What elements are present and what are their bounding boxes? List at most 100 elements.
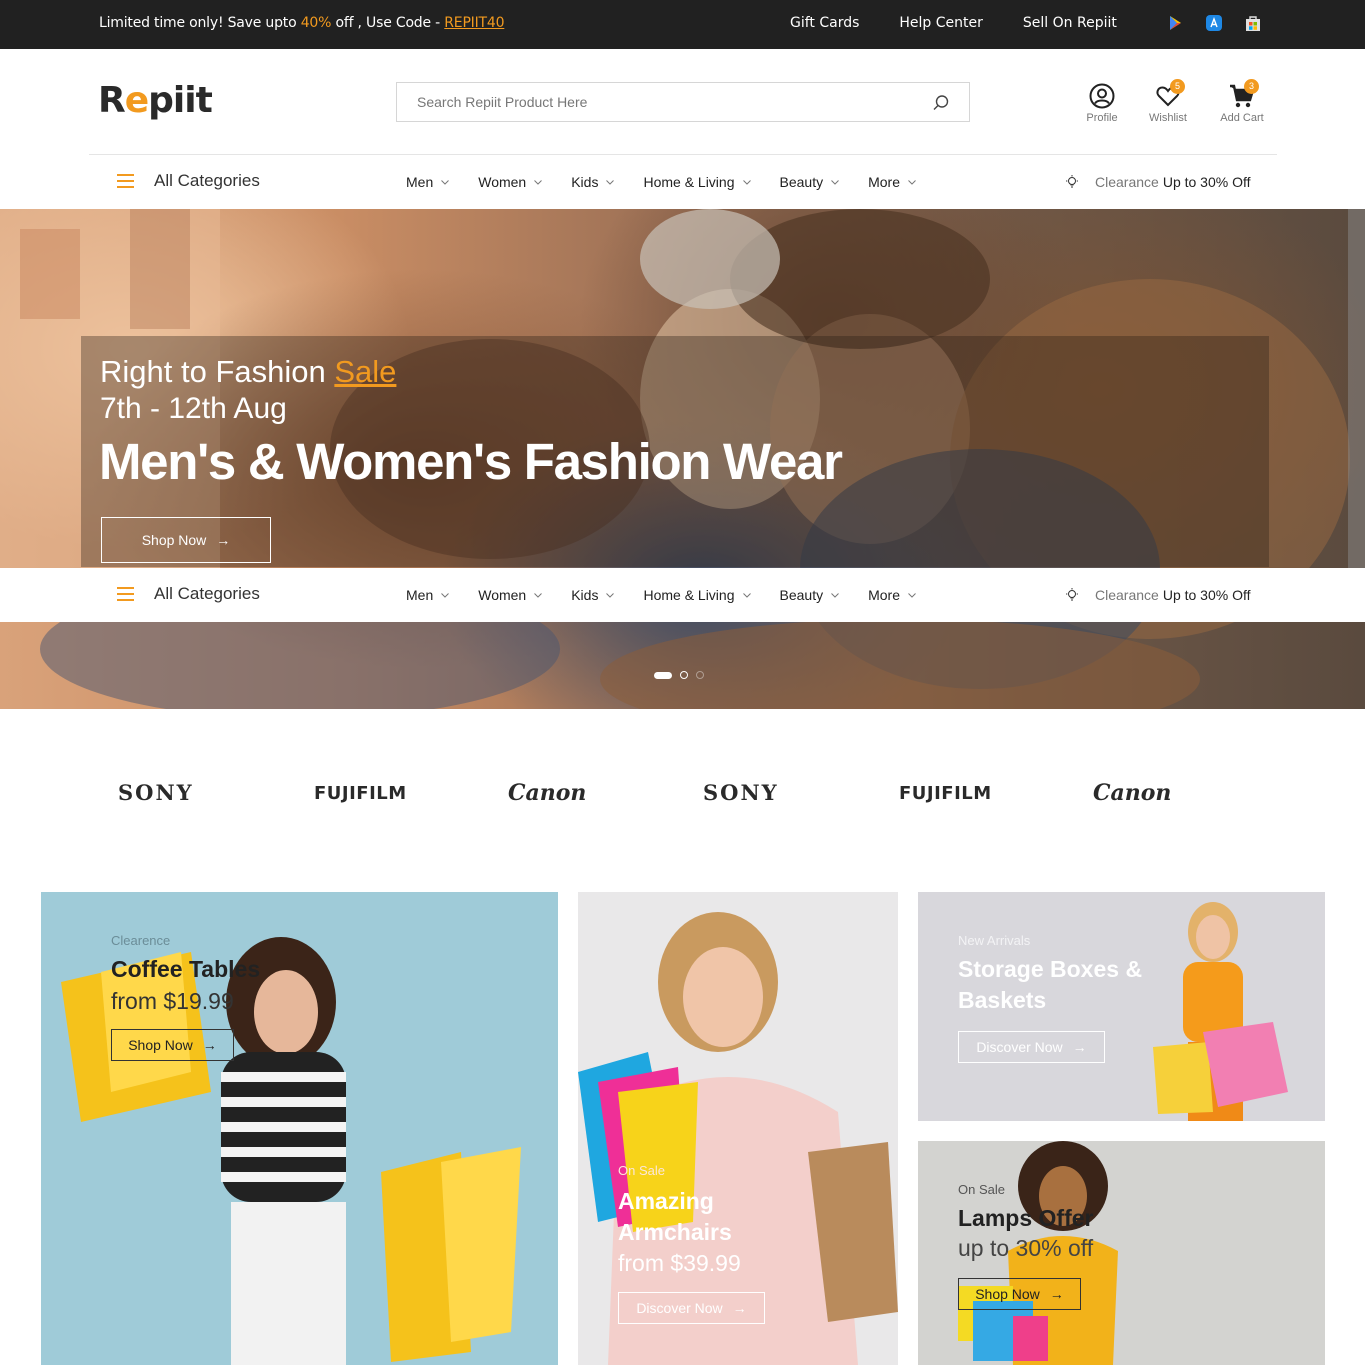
chevron-down-icon	[441, 592, 450, 598]
carousel-dot[interactable]	[680, 671, 688, 679]
all-categories-button[interactable]: All Categories	[117, 171, 260, 191]
card-label: Clearence	[111, 933, 171, 948]
user-icon	[1089, 83, 1115, 109]
microsoft-store-icon[interactable]	[1244, 14, 1262, 32]
promo-card-coffee-tables[interactable]: Clearence Coffee Tables from $19.99 Shop…	[41, 892, 558, 1365]
nav-item-label: Kids	[571, 587, 599, 603]
nav-item-home-living[interactable]: Home & Living	[643, 174, 751, 190]
clearance-offer: Up to 30% Off	[1162, 587, 1251, 603]
sell-on-repiit-link[interactable]: Sell On Repiit	[1023, 15, 1117, 31]
site-logo[interactable]: Repiit	[98, 80, 213, 121]
nav-item-label: Beauty	[779, 174, 824, 190]
chevron-down-icon	[742, 592, 751, 598]
promo-mid: off , Use Code -	[331, 15, 445, 31]
main-nav: All Categories Men Women Kids Home & Liv…	[0, 155, 1365, 209]
arrow-right-icon: →	[1049, 1286, 1064, 1302]
nav-item-label: Women	[478, 174, 527, 190]
chevron-down-icon	[606, 179, 615, 185]
chevron-down-icon	[606, 592, 615, 598]
help-center-link[interactable]: Help Center	[899, 15, 983, 31]
hero-tagline: Right to Fashion Sale	[100, 354, 396, 390]
carousel-dot[interactable]	[654, 671, 672, 679]
hero-banner: Right to Fashion Sale 7th - 12th Aug Men…	[0, 209, 1365, 709]
shop-now-button[interactable]: Shop Now →	[111, 1029, 234, 1061]
all-categories-label: All Categories	[154, 171, 260, 190]
nav-item-more[interactable]: More	[868, 174, 916, 190]
card-label: On Sale	[618, 1163, 665, 1178]
google-play-icon[interactable]	[1166, 14, 1184, 32]
brand-logo-fujifilm[interactable]: FUJIFILM	[899, 783, 992, 804]
card-label: New Arrivals	[958, 933, 1031, 948]
cart-button[interactable]: Add Cart 3	[1216, 79, 1268, 124]
nav-item-label: More	[868, 587, 900, 603]
card-title: Storage Boxes & Baskets	[958, 956, 1143, 1013]
lightbulb-icon	[1066, 588, 1078, 601]
carousel-dot[interactable]	[696, 671, 704, 679]
arrow-right-icon: →	[1072, 1039, 1087, 1055]
search-icon[interactable]	[931, 93, 951, 113]
gift-cards-link[interactable]: Gift Cards	[790, 15, 859, 31]
app-store-links	[1166, 14, 1262, 32]
nav-item-home-living[interactable]: Home & Living	[643, 587, 751, 603]
hero-shop-now-button[interactable]: Shop Now →	[101, 517, 271, 563]
brand-logo-canon[interactable]: Canon	[1093, 780, 1171, 806]
card-subtitle: from $39.99	[618, 1250, 741, 1276]
all-categories-button[interactable]: All Categories	[117, 584, 260, 604]
hero-sale-highlight: Sale	[334, 354, 397, 389]
button-label: Discover Now	[976, 1039, 1063, 1055]
brand-logo-canon[interactable]: Canon	[508, 780, 586, 806]
top-promo-bar: Limited time only! Save upto 40% off , U…	[0, 0, 1365, 49]
hero-button-label: Shop Now	[141, 532, 207, 548]
nav-item-beauty[interactable]: Beauty	[780, 174, 840, 190]
profile-button[interactable]: Profile	[1084, 83, 1120, 124]
category-menu: Men Women Kids Home & Living Beauty More	[406, 174, 945, 190]
shop-now-button[interactable]: Shop Now →	[958, 1278, 1081, 1310]
brand-strip: SONY FUJIFILM Canon SONY FUJIFILM Canon	[0, 780, 1365, 820]
card-title: Lamps Offer	[958, 1205, 1094, 1231]
nav-item-men[interactable]: Men	[406, 174, 450, 190]
nav-item-kids[interactable]: Kids	[571, 174, 615, 190]
app-store-icon[interactable]	[1205, 14, 1223, 32]
wishlist-label: Wishlist	[1149, 112, 1187, 124]
arrow-right-icon: →	[202, 1037, 217, 1053]
clearance-offer: Up to 30% Off	[1162, 174, 1251, 190]
card-title: Amazing Armchairs	[618, 1188, 732, 1245]
cart-label: Add Cart	[1220, 112, 1264, 124]
lightbulb-icon	[1066, 175, 1078, 188]
nav-item-more[interactable]: More	[868, 587, 916, 603]
chevron-down-icon	[908, 179, 916, 185]
all-categories-label: All Categories	[154, 584, 260, 603]
nav-item-label: Men	[406, 587, 434, 603]
profile-label: Profile	[1086, 112, 1118, 124]
hamburger-icon	[117, 587, 134, 601]
promo-card-lamps[interactable]: On Sale Lamps Offer up to 30% off Shop N…	[918, 1141, 1325, 1365]
logo-e: e	[124, 80, 149, 121]
discover-now-button[interactable]: Discover Now →	[958, 1031, 1105, 1063]
clearance-link[interactable]: Clearance Up to 30% Off	[1065, 587, 1251, 603]
nav-item-women[interactable]: Women	[478, 587, 543, 603]
header-actions: Profile Wishlist 5 Add Cart 3	[1080, 79, 1280, 130]
search-input[interactable]	[397, 83, 897, 121]
nav-item-label: Home & Living	[643, 587, 735, 603]
wishlist-button[interactable]: Wishlist 5	[1146, 79, 1190, 124]
nav-item-beauty[interactable]: Beauty	[780, 587, 840, 603]
promo-code-link[interactable]: REPIIT40	[444, 15, 504, 31]
clearance-link[interactable]: Clearance Up to 30% Off	[1065, 174, 1251, 190]
nav-item-label: Men	[406, 174, 434, 190]
promo-card-storage-boxes[interactable]: New Arrivals Storage Boxes & Baskets Dis…	[918, 892, 1325, 1121]
category-menu: Men Women Kids Home & Living Beauty More	[406, 587, 945, 603]
brand-logo-sony[interactable]: SONY	[703, 780, 779, 805]
discover-now-button[interactable]: Discover Now →	[618, 1292, 765, 1324]
card-subtitle: up to 30% off	[958, 1235, 1094, 1261]
nav-item-women[interactable]: Women	[478, 174, 543, 190]
brand-logo-sony[interactable]: SONY	[118, 780, 194, 805]
nav-item-men[interactable]: Men	[406, 587, 450, 603]
cart-count-badge: 3	[1244, 79, 1259, 94]
wishlist-count-badge: 5	[1170, 79, 1185, 94]
nav-item-kids[interactable]: Kids	[571, 587, 615, 603]
logo-rest: piit	[148, 80, 213, 121]
promo-prefix: Limited time only! Save upto	[99, 15, 301, 31]
promo-card-armchairs[interactable]: On Sale Amazing Armchairs from $39.99 Di…	[578, 892, 898, 1365]
brand-logo-fujifilm[interactable]: FUJIFILM	[314, 783, 407, 804]
hero-headline: Men's & Women's Fashion Wear	[99, 433, 843, 490]
